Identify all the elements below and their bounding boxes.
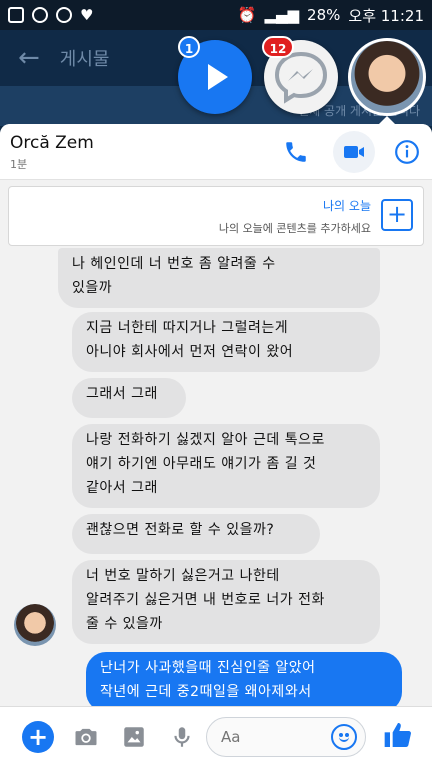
battery-level: 28% [307,6,341,24]
thumbs-up-icon [384,723,412,747]
message-bubble[interactable]: 나 헤인인데 너 번호 좀 알려줄 수 있을까 [58,248,380,308]
message-input[interactable] [221,726,321,748]
voice-call-button[interactable] [278,134,314,170]
chat-panel: Orcă Zem 1분 나의 오늘 나의 오늘에 콘텐츠를 추가하세요 + 나 … [0,124,432,768]
chat-head-contact-avatar[interactable] [348,38,426,116]
chat-head-video-badge: 1 [178,36,200,58]
talk-notification-icon [56,7,72,23]
message-bubble[interactable]: 그래서 그래 [72,378,186,418]
underlying-title: 게시물 [59,49,110,70]
alarm-icon: ⏰ [237,6,257,24]
app-notification-icon [8,7,24,23]
heart-icon: ♥ [80,5,94,24]
composer-bar: + [0,706,432,768]
info-icon [395,140,419,164]
emoji-icon[interactable] [331,724,357,750]
story-title[interactable]: 나의 오늘 [323,197,371,214]
conversation-header: Orcă Zem 1분 [0,124,432,180]
voice-message-button[interactable] [166,721,198,753]
camera-icon [75,728,97,746]
camera-button[interactable] [70,721,102,753]
message-bubble[interactable]: 괜찮으면 전화로 할 수 있을까? [72,514,320,554]
messenger-notification-icon [32,7,48,23]
video-camera-icon [344,146,364,158]
notification-icons: ♥ [8,7,93,23]
phone-icon [286,142,306,162]
story-description: 나의 오늘에 콘텐츠를 추가하세요 [218,222,371,235]
active-status: 1분 [10,158,28,171]
back-arrow-icon[interactable]: ← [18,43,40,73]
info-button[interactable] [389,134,425,170]
gallery-button[interactable] [118,721,150,753]
message-input-field[interactable] [206,717,366,757]
message-bubble[interactable]: 지금 너한테 따지거나 그럴려는게 아니야 회사에서 먼저 연락이 왔어 [72,312,380,372]
image-icon [124,727,144,747]
clock: 오후 11:21 [348,6,424,25]
contact-avatar[interactable] [14,604,56,646]
play-icon [208,64,228,90]
message-bubble-sent[interactable]: 난너가 사과했을때 진심인줄 알았어 작년에 근데 중2때일을 왜아제와서 [86,652,402,712]
message-bubble[interactable]: 너 번호 말하기 싫은거고 나한테 알려주기 싫은거면 내 번호로 너가 전화 … [72,560,380,644]
status-bar: ♥ ⏰ ▂▄▆ 28% 오후 11:21 [0,0,432,30]
more-actions-button[interactable]: + [22,721,54,753]
story-card: 나의 오늘 나의 오늘에 콘텐츠를 추가하세요 + [8,186,424,246]
microphone-icon [174,727,190,747]
system-status: ⏰ ▂▄▆ 28% 오후 11:21 [238,5,424,26]
like-button[interactable] [382,719,414,751]
signal-icon: ▂▄▆ [264,6,300,24]
add-story-button[interactable]: + [381,199,413,231]
emoji-smile [339,736,349,742]
message-bubble[interactable]: 나랑 전화하기 싫겠지 알아 근데 톡으로 얘기 하기엔 아무래도 얘기가 좀 … [72,424,380,508]
contact-name[interactable]: Orcă Zem [10,133,94,153]
chat-head-messenger-badge: 12 [262,36,294,58]
video-call-button[interactable] [333,131,375,173]
